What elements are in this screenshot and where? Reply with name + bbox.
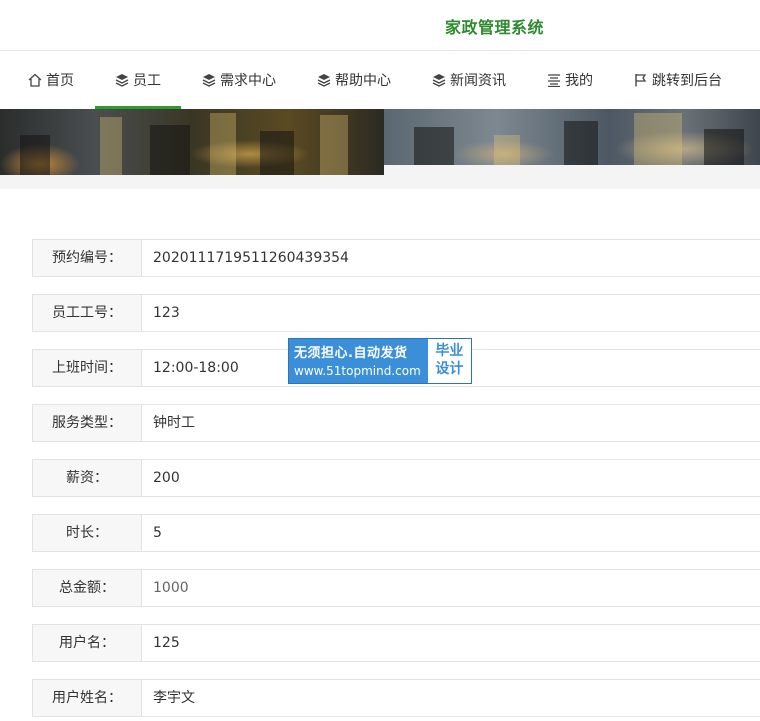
layers-icon — [115, 74, 129, 87]
home-icon — [28, 73, 42, 87]
watermark-badge: 无须担心.自动发货 www.51topmind.com 毕业 设计 — [288, 338, 472, 384]
form-row-username: 用户名： — [32, 624, 760, 662]
nav-item-label: 员工 — [133, 73, 161, 89]
user-fullname-label: 用户姓名： — [33, 680, 142, 716]
salary-field[interactable] — [143, 460, 753, 496]
watermark-badge-line2: 设计 — [435, 361, 464, 377]
watermark-badge-line1: 毕业 — [435, 343, 464, 359]
nav-item-mine[interactable]: 我的 — [547, 51, 593, 109]
main-nav: 首页 员工 需求中心 帮助中心 新闻资讯 我的 跳转到后台 — [0, 51, 760, 109]
booking-number-label: 预约编号： — [33, 240, 142, 276]
service-type-field[interactable] — [143, 405, 753, 441]
watermark-slogan: 无须担心.自动发货 — [294, 346, 408, 361]
nav-item-label: 首页 — [46, 73, 74, 89]
total-amount-field[interactable] — [143, 570, 753, 606]
nav-item-help-center[interactable]: 帮助中心 — [317, 51, 391, 109]
nav-item-label: 跳转到后台 — [652, 73, 722, 89]
layers-icon — [202, 74, 216, 87]
duration-label: 时长： — [33, 515, 142, 551]
nav-item-demand-center[interactable]: 需求中心 — [202, 51, 276, 109]
booking-number-field[interactable] — [143, 240, 753, 276]
duration-field[interactable] — [143, 515, 753, 551]
total-amount-label: 总金额： — [33, 570, 142, 606]
nav-item-admin[interactable]: 跳转到后台 — [634, 51, 722, 109]
username-field[interactable] — [143, 625, 753, 661]
form-row-booking-number: 预约编号： — [32, 239, 760, 277]
nav-item-label: 需求中心 — [220, 73, 276, 89]
salary-label: 薪资： — [33, 460, 142, 496]
form-row-salary: 薪资： — [32, 459, 760, 497]
form-row-total-amount: 总金额： — [32, 569, 760, 607]
nav-item-staff[interactable]: 员工 — [95, 51, 181, 109]
form-row-duration: 时长： — [32, 514, 760, 552]
user-fullname-field[interactable] — [143, 680, 753, 716]
nav-item-label: 帮助中心 — [335, 73, 391, 89]
banner-image-right — [384, 109, 760, 165]
form-row-service-type: 服务类型： — [32, 404, 760, 442]
banner-image-left — [0, 109, 384, 175]
staff-id-field[interactable] — [143, 295, 753, 331]
nav-item-label: 我的 — [565, 73, 593, 89]
menu-icon — [548, 74, 560, 87]
form-row-staff-id: 员工工号： — [32, 294, 760, 332]
work-time-label: 上班时间： — [33, 350, 142, 386]
service-type-label: 服务类型： — [33, 405, 142, 441]
city-banner — [0, 109, 760, 189]
layers-icon — [432, 74, 446, 87]
top-bar: 家政管理系统 — [0, 0, 760, 51]
flag-icon — [635, 74, 647, 87]
staff-id-label: 员工工号： — [33, 295, 142, 331]
username-label: 用户名： — [33, 625, 142, 661]
nav-item-news[interactable]: 新闻资讯 — [432, 51, 506, 109]
nav-item-home[interactable]: 首页 — [28, 51, 74, 109]
watermark-url: www.51topmind.com — [294, 364, 421, 378]
nav-item-label: 新闻资讯 — [450, 73, 506, 89]
form-row-user-fullname: 用户姓名： — [32, 679, 760, 717]
site-title: 家政管理系统 — [445, 18, 545, 37]
layers-icon — [317, 74, 331, 87]
